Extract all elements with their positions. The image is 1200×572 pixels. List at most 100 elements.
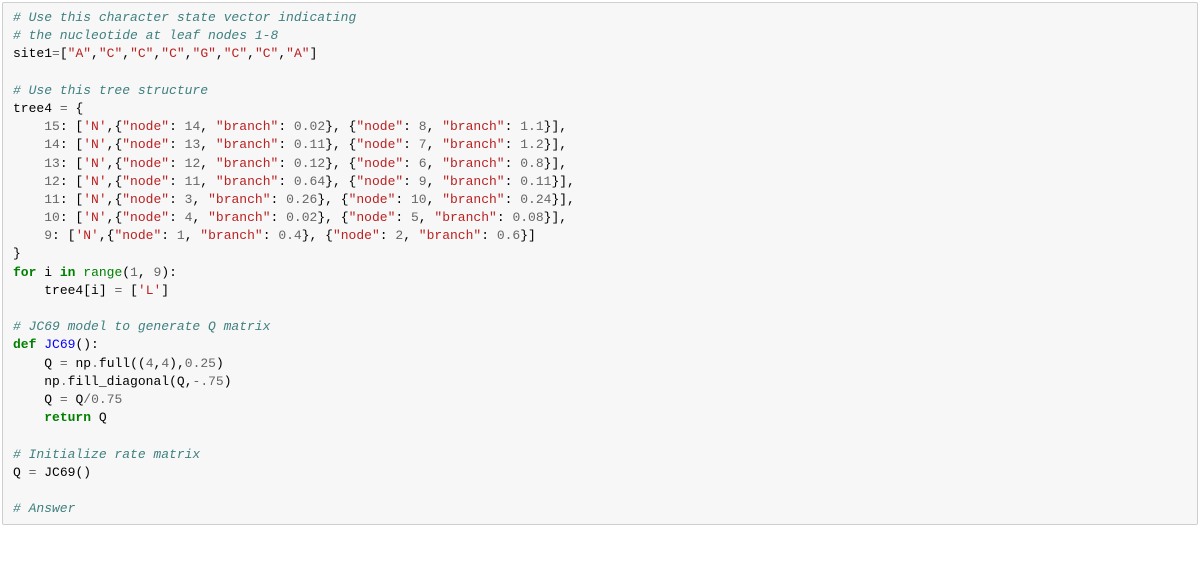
string-literal: "branch" <box>442 119 504 134</box>
string-literal: "node" <box>356 174 403 189</box>
number: 1.1 <box>520 119 543 134</box>
string-literal: 'N' <box>83 119 106 134</box>
keyword-def: def <box>13 337 36 352</box>
dict-key: 12 <box>44 174 60 189</box>
number: 14 <box>185 119 201 134</box>
variable: Q <box>44 392 52 407</box>
variable: Q <box>13 465 21 480</box>
number: 0.02 <box>286 210 317 225</box>
string-literal: "branch" <box>442 174 504 189</box>
string-literal: "branch" <box>200 228 262 243</box>
comment-line: # JC69 model to generate Q matrix <box>13 319 270 334</box>
method: full <box>99 356 130 371</box>
string-literal: 'N' <box>83 192 106 207</box>
string-literal: "branch" <box>208 192 270 207</box>
string-literal: "C" <box>255 46 278 61</box>
string-literal: "node" <box>122 174 169 189</box>
number: 12 <box>185 156 201 171</box>
string-literal: "node" <box>349 210 396 225</box>
dict-key: 10 <box>44 210 60 225</box>
number: 4 <box>161 356 169 371</box>
number: 13 <box>185 137 201 152</box>
comment-line: # Use this tree structure <box>13 83 208 98</box>
number: 0.8 <box>520 156 543 171</box>
number: 9 <box>154 265 162 280</box>
number: 7 <box>419 137 427 152</box>
string-literal: 'N' <box>83 156 106 171</box>
string-literal: 'N' <box>83 137 106 152</box>
function-name: JC69 <box>44 337 75 352</box>
number: 0.11 <box>294 137 325 152</box>
string-literal: "branch" <box>216 156 278 171</box>
module: np <box>44 374 60 389</box>
string-literal: "node" <box>356 137 403 152</box>
number: 0.11 <box>520 174 551 189</box>
string-literal: "A" <box>68 46 91 61</box>
number: 4 <box>146 356 154 371</box>
function-call: JC69 <box>44 465 75 480</box>
number: 0.4 <box>278 228 301 243</box>
keyword-for: for <box>13 265 36 280</box>
keyword-return: return <box>44 410 91 425</box>
number: 5 <box>411 210 419 225</box>
variable: site1 <box>13 46 52 61</box>
string-literal: "branch" <box>419 228 481 243</box>
dict-key: 11 <box>44 192 60 207</box>
number: 0.02 <box>294 119 325 134</box>
string-literal: "branch" <box>442 192 504 207</box>
variable: Q <box>177 374 185 389</box>
module: np <box>75 356 91 371</box>
dict-key: 15 <box>44 119 60 134</box>
string-literal: "node" <box>122 192 169 207</box>
string-literal: 'N' <box>83 210 106 225</box>
keyword-in: in <box>60 265 76 280</box>
number: 0.6 <box>497 228 520 243</box>
string-literal: "node" <box>333 228 380 243</box>
string-literal: "node" <box>122 119 169 134</box>
number: 0.12 <box>294 156 325 171</box>
variable: i <box>44 265 52 280</box>
number: 0.25 <box>185 356 216 371</box>
number: 6 <box>419 156 427 171</box>
string-literal: "branch" <box>216 119 278 134</box>
variable: tree4 <box>44 283 83 298</box>
string-literal: "node" <box>349 192 396 207</box>
string-literal: "C" <box>99 46 122 61</box>
string-literal: "G" <box>193 46 216 61</box>
number: 2 <box>395 228 403 243</box>
number: 4 <box>185 210 193 225</box>
number: .75 <box>200 374 223 389</box>
string-literal: "branch" <box>208 210 270 225</box>
string-literal: "node" <box>356 119 403 134</box>
string-literal: "branch" <box>442 137 504 152</box>
variable: Q <box>99 410 107 425</box>
string-literal: "node" <box>122 210 169 225</box>
string-literal: 'N' <box>83 174 106 189</box>
string-literal: "C" <box>161 46 184 61</box>
number: 9 <box>419 174 427 189</box>
string-literal: "A" <box>286 46 309 61</box>
string-literal: "node" <box>122 137 169 152</box>
string-literal: 'N' <box>75 228 98 243</box>
variable: i <box>91 283 99 298</box>
method: fill_diagonal <box>68 374 169 389</box>
string-literal: "node" <box>122 156 169 171</box>
number: 8 <box>419 119 427 134</box>
dict-key: 14 <box>44 137 60 152</box>
number: 0.26 <box>286 192 317 207</box>
number: 10 <box>411 192 427 207</box>
comment-line: # the nucleotide at leaf nodes 1-8 <box>13 28 278 43</box>
string-literal: "branch" <box>216 137 278 152</box>
number: 1 <box>177 228 185 243</box>
number: 0.64 <box>294 174 325 189</box>
variable: tree4 <box>13 101 52 116</box>
string-literal: "branch" <box>442 156 504 171</box>
dict-key: 9 <box>44 228 52 243</box>
string-literal: "node" <box>356 156 403 171</box>
string-literal: "node" <box>114 228 161 243</box>
dict-key: 13 <box>44 156 60 171</box>
string-literal: "branch" <box>216 174 278 189</box>
builtin-range: range <box>83 265 122 280</box>
string-literal: "C" <box>224 46 247 61</box>
number: 0.24 <box>520 192 551 207</box>
